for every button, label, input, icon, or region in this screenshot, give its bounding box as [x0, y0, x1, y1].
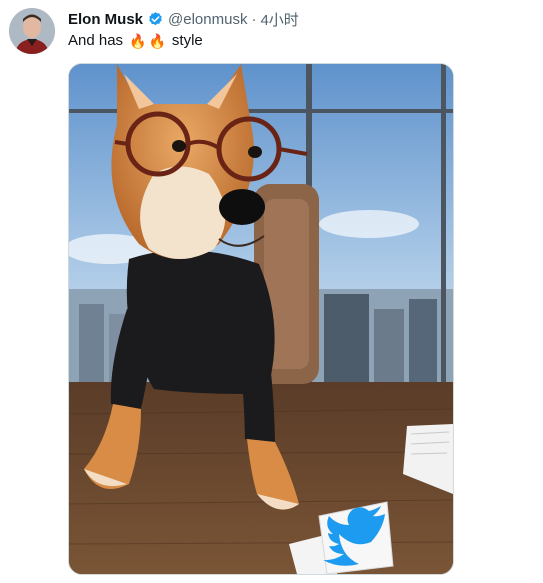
author-name[interactable]: Elon Musk — [68, 11, 143, 28]
separator-dot: · — [251, 10, 257, 28]
fire-emoji-icon: 🔥 — [129, 33, 147, 49]
verified-badge-icon — [147, 11, 164, 28]
fire-emoji-icon: 🔥 — [148, 33, 166, 49]
tweet-header: Elon Musk @elonmusk · 4小时 — [68, 9, 299, 29]
tweet-timestamp[interactable]: 4小时 — [260, 9, 298, 30]
tweet-text-start: And has — [68, 32, 124, 49]
tweet-text: And has 🔥 🔥 style — [68, 31, 203, 51]
author-handle[interactable]: @elonmusk — [168, 11, 247, 28]
tweet-text-end: style — [171, 32, 203, 49]
author-avatar[interactable] — [9, 8, 55, 54]
tweet-photo[interactable] — [68, 63, 454, 575]
